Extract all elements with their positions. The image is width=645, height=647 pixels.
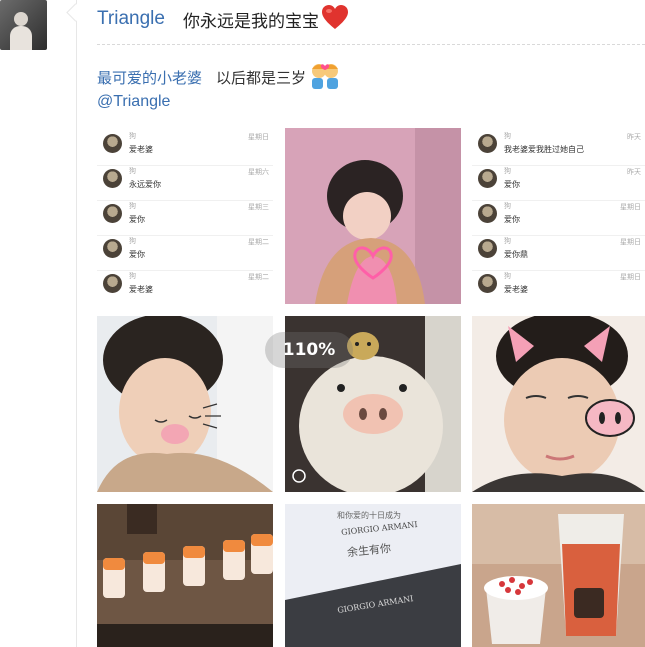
chat-time: 星期六 xyxy=(248,168,269,176)
chat-message: 爱你 xyxy=(129,250,145,259)
chat-avatar xyxy=(103,204,122,223)
chat-time: 星期日 xyxy=(620,203,641,211)
girl-heart-illustration xyxy=(285,128,461,304)
chat-time: 星期日 xyxy=(620,238,641,246)
chat-avatar xyxy=(478,239,497,258)
chat-name: 狗 xyxy=(504,202,511,210)
chat-avatar xyxy=(103,169,122,188)
post-text: 你永远是我的宝宝 xyxy=(182,11,319,32)
chat-name: 狗 xyxy=(129,132,136,140)
photo-chat-screenshot-right[interactable]: 狗 我老婆爱我胜过她自己 昨天 狗 爱你 昨天 狗 爱你 星期日 狗 爱你鼎 星… xyxy=(472,128,645,304)
chat-message: 爱老婆 xyxy=(129,145,153,154)
post-header: Triangle 你永远是我的宝宝 xyxy=(97,4,349,34)
chat-message: 永远爱你 xyxy=(129,180,161,189)
chat-time: 星期二 xyxy=(248,273,269,281)
sushi-illustration xyxy=(97,504,273,647)
chat-time: 星期二 xyxy=(248,238,269,246)
bubble-notch xyxy=(66,3,85,22)
chat-row: 狗 爱老婆 星期日 xyxy=(97,128,273,166)
chat-message: 爱老婆 xyxy=(129,285,153,294)
chat-name: 狗 xyxy=(129,237,136,245)
photo-girl-heart[interactable] xyxy=(285,128,461,304)
photo-chat-screenshot-left[interactable]: 狗 爱老婆 星期日 狗 永远爱你 星期六 狗 爱你 星期三 狗 爱你 星期二 狗… xyxy=(97,128,273,304)
chat-time: 昨天 xyxy=(627,133,641,141)
photo-sushi[interactable] xyxy=(97,504,273,647)
chat-avatar xyxy=(478,274,497,293)
mention-link[interactable]: @Triangle xyxy=(97,93,170,111)
chat-message: 爱老婆 xyxy=(504,285,528,294)
photo-armani-box[interactable]: 和你爱的十日成为 GIORGIO ARMANI 余生有你 GIORGIO ARM… xyxy=(285,504,461,647)
user-avatar[interactable] xyxy=(0,0,47,50)
chat-message: 我老婆爱我胜过她自己 xyxy=(504,145,584,154)
drinks-illustration xyxy=(472,504,645,647)
chat-avatar xyxy=(478,169,497,188)
chat-avatar xyxy=(103,134,122,153)
chat-time: 昨天 xyxy=(627,168,641,176)
chat-message: 爱你 xyxy=(129,215,145,224)
chat-avatar xyxy=(103,239,122,258)
couple-girls-icon xyxy=(308,60,342,94)
chat-avatar xyxy=(103,274,122,293)
chat-name: 狗 xyxy=(504,132,511,140)
chat-name: 狗 xyxy=(504,237,511,245)
chat-row: 狗 爱老婆 星期日 xyxy=(472,268,645,304)
chat-name: 狗 xyxy=(504,167,511,175)
chat-name: 狗 xyxy=(129,167,136,175)
chat-name: 狗 xyxy=(129,202,136,210)
zoom-level-badge: 110% xyxy=(265,332,353,368)
photo-boy-cat-filter[interactable] xyxy=(97,316,273,492)
repost-author-link[interactable]: 最可爱的小老婆 xyxy=(97,67,202,88)
box-note-text: 和你爱的十日成为 xyxy=(337,511,401,520)
chat-message: 爱你 xyxy=(504,180,520,189)
chat-row: 狗 永远爱你 星期六 xyxy=(97,163,273,201)
post-author-link[interactable]: Triangle xyxy=(97,8,165,30)
chat-time: 星期日 xyxy=(248,133,269,141)
avatar-head xyxy=(14,12,28,26)
heart-icon xyxy=(321,4,349,34)
chat-row: 狗 爱你 星期三 xyxy=(97,198,273,236)
repost-text: 以后都是三岁 xyxy=(216,68,307,87)
chat-row: 狗 我老婆爱我胜过她自己 昨天 xyxy=(472,128,645,166)
chat-row: 狗 爱你 星期日 xyxy=(472,198,645,236)
photo-drinks[interactable] xyxy=(472,504,645,647)
photo-boy-pig-filter[interactable] xyxy=(472,316,645,492)
post-divider xyxy=(97,44,645,45)
feed-divider xyxy=(76,0,77,647)
photo-grid: 狗 爱老婆 星期日 狗 永远爱你 星期六 狗 爱你 星期三 狗 爱你 星期二 狗… xyxy=(97,128,645,647)
chat-avatar xyxy=(478,204,497,223)
boy-cat-illustration xyxy=(97,316,273,492)
chat-message: 爱你鼎 xyxy=(504,250,528,259)
chat-message: 爱你 xyxy=(504,215,520,224)
repost-line: 最可爱的小老婆 以后都是三岁 xyxy=(97,60,342,94)
chat-name: 狗 xyxy=(504,272,511,280)
boy-pig-illustration xyxy=(472,316,645,492)
chat-row: 狗 爱你 昨天 xyxy=(472,163,645,201)
chat-avatar xyxy=(478,134,497,153)
chat-row: 狗 爱老婆 星期二 xyxy=(97,268,273,304)
chat-row: 狗 爱你鼎 星期日 xyxy=(472,233,645,271)
chat-time: 星期三 xyxy=(248,203,269,211)
chat-row: 狗 爱你 星期二 xyxy=(97,233,273,271)
chat-name: 狗 xyxy=(129,272,136,280)
avatar-body xyxy=(10,26,32,50)
chat-time: 星期日 xyxy=(620,273,641,281)
